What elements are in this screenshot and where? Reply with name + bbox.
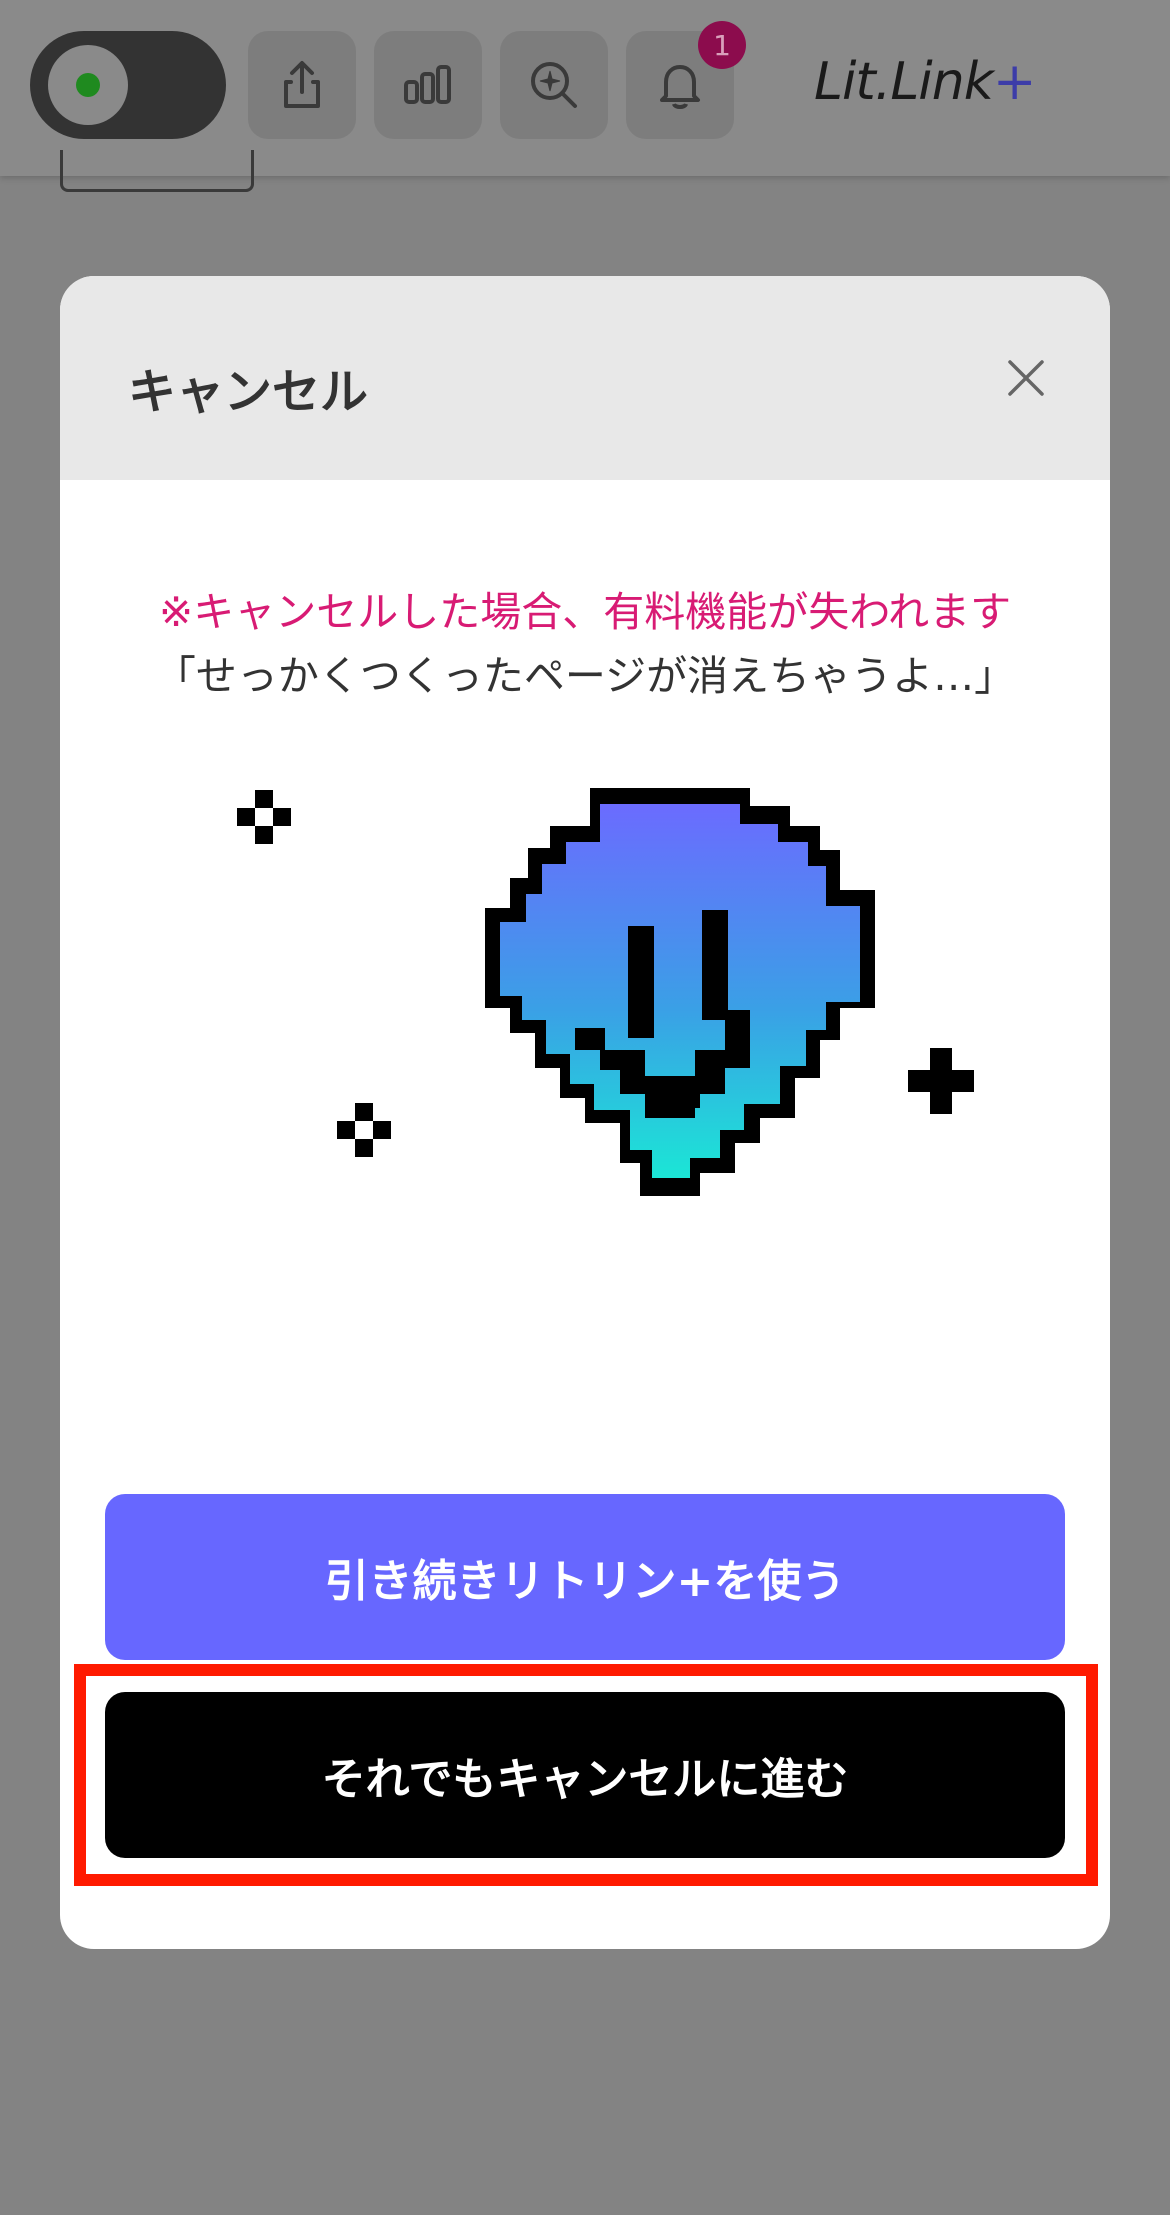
close-button[interactable]: [1000, 352, 1052, 404]
highlight-box: [74, 1664, 1098, 1886]
continue-plus-button[interactable]: 引き続きリトリン+を使う: [105, 1494, 1065, 1660]
sparkle-icon: [337, 1103, 391, 1157]
sad-smiley-illustration: [237, 788, 974, 1196]
bell-icon: [660, 65, 700, 109]
plus-sparkle-icon: [908, 1048, 974, 1114]
logo-text: Lit.Link: [814, 52, 994, 112]
close-icon: [1008, 360, 1044, 396]
logo-plus: +: [992, 52, 1037, 112]
analytics-button[interactable]: [374, 31, 482, 139]
warning-text: ※キャンセルした場合、有料機能が失われます: [158, 588, 1012, 636]
smiley-face: [485, 788, 875, 1196]
status-dot-icon: [76, 73, 100, 97]
quote-text: 「せっかくつくったページが消えちゃうよ…」: [154, 652, 1016, 700]
publish-toggle[interactable]: [30, 31, 226, 139]
discover-button[interactable]: [500, 31, 608, 139]
analytics-icon: [404, 65, 451, 104]
toggle-knob: [48, 45, 128, 125]
notification-badge: 1: [698, 21, 746, 69]
app-logo: Lit.Link+: [814, 52, 1037, 122]
modal-title: キャンセル: [128, 364, 369, 420]
search-sparkle-icon: [531, 62, 577, 108]
sparkle-icon: [237, 790, 291, 844]
share-button[interactable]: [248, 31, 356, 139]
share-icon: [284, 61, 320, 108]
modal-header: キャンセル: [60, 276, 1110, 480]
page: 1 Lit.Link+ キャンセル ※キャンセルした場合、有料機能が失われます …: [0, 0, 1170, 2215]
background-button-outline: [60, 150, 254, 192]
